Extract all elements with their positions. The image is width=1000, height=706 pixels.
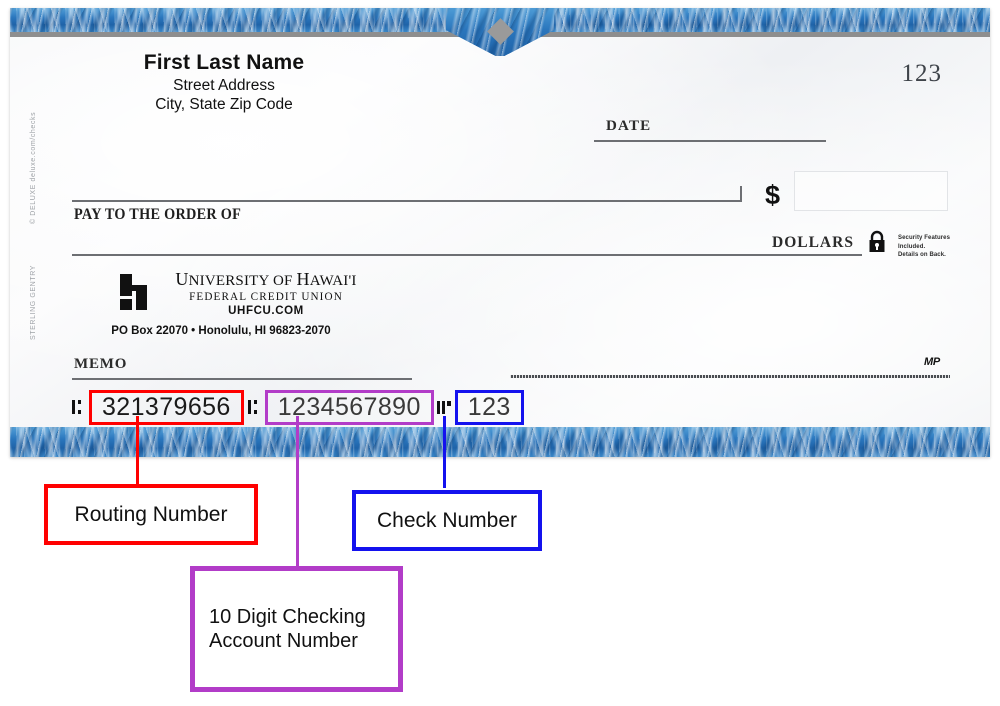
check-image: First Last Name Street Address City, Sta… [10, 8, 990, 457]
account-callout-line-1: 10 Digit Checking [209, 605, 366, 628]
check-number-top-right: 123 [901, 60, 942, 87]
bank-name-awai: AWAI [309, 273, 349, 289]
routing-number-value: 321379656 [102, 393, 231, 421]
bank-name-niversity: NIVERSITY OF [188, 273, 297, 289]
security-line-2: Included. [898, 243, 926, 250]
dollars-label: DOLLARS [772, 234, 854, 251]
bank-website: UHFCU.COM [228, 304, 304, 317]
signature-line[interactable] [510, 375, 950, 378]
bottom-marble-border [10, 427, 990, 457]
bank-subtitle: FEDERAL CREDIT UNION [189, 290, 343, 303]
bank-address: PO Box 22070 • Honolulu, HI 96823-2070 [111, 325, 331, 337]
memo-line[interactable] [72, 378, 412, 380]
memo-label: MEMO [74, 356, 128, 372]
account-number-callout: 10 Digit Checking Account Number [190, 566, 403, 692]
micr-transit-symbol-right [247, 397, 262, 418]
check-number-value: 123 [467, 393, 511, 421]
bank-name-i: I [351, 273, 357, 289]
date-label: DATE [606, 118, 652, 134]
routing-callout-label: Routing Number [74, 502, 228, 526]
account-callout-line-2: Account Number [209, 630, 358, 652]
bank-name-u: U [175, 269, 189, 289]
amount-box[interactable] [794, 171, 948, 211]
deluxe-pattern-name: STERLING GENTRY [30, 265, 37, 340]
padlock-icon [867, 230, 887, 259]
micr-onus-symbol [436, 397, 452, 418]
payer-name: First Last Name [143, 51, 305, 74]
account-leader-line [296, 416, 299, 568]
security-features-text: Security Features Included. Details on B… [898, 234, 950, 260]
microprint-mark: MP [924, 356, 940, 368]
date-line[interactable] [594, 140, 826, 142]
bank-name: UNIVERSITY OF HAWAI'I [164, 269, 368, 290]
pay-to-the-order-of-label: PAY TO THE ORDER OF [74, 206, 242, 223]
deluxe-imprint-vertical: © DELUXE deluxe.com/checks STERLING GENT… [30, 112, 46, 348]
account-callout-label: 10 Digit Checking Account Number [209, 605, 366, 654]
dollar-sign: $ [765, 180, 781, 210]
account-number-highlight: 1234567890 [264, 390, 434, 425]
payee-line[interactable] [72, 200, 742, 202]
center-chevron-ornament [446, 8, 554, 56]
payer-address-block: First Last Name Street Address City, Sta… [74, 50, 374, 114]
uh-logo-icon [120, 274, 147, 310]
check-number-callout: Check Number [352, 490, 542, 551]
micr-transit-symbol-left [71, 397, 86, 418]
check-number-highlight: 123 [454, 390, 524, 425]
routing-number-highlight: 321379656 [89, 390, 244, 425]
routing-number-callout: Routing Number [44, 484, 258, 545]
deluxe-brand-text: © DELUXE deluxe.com/checks [30, 111, 37, 224]
payer-city-state-zip: City, State Zip Code [155, 96, 293, 114]
security-line-3: Details on Back. [898, 252, 946, 259]
payee-line-end-tick [740, 186, 742, 202]
check-leader-line [443, 416, 446, 488]
bank-name-h: H [296, 269, 310, 289]
bank-name-lines: UNIVERSITY OF HAWAI'I FEDERAL CREDIT UNI… [164, 269, 368, 317]
security-line-1: Security Features [898, 235, 951, 241]
routing-leader-line [136, 416, 139, 486]
check-callout-label: Check Number [376, 508, 518, 532]
written-amount-line[interactable] [72, 254, 862, 256]
payer-street: Street Address [173, 77, 275, 95]
